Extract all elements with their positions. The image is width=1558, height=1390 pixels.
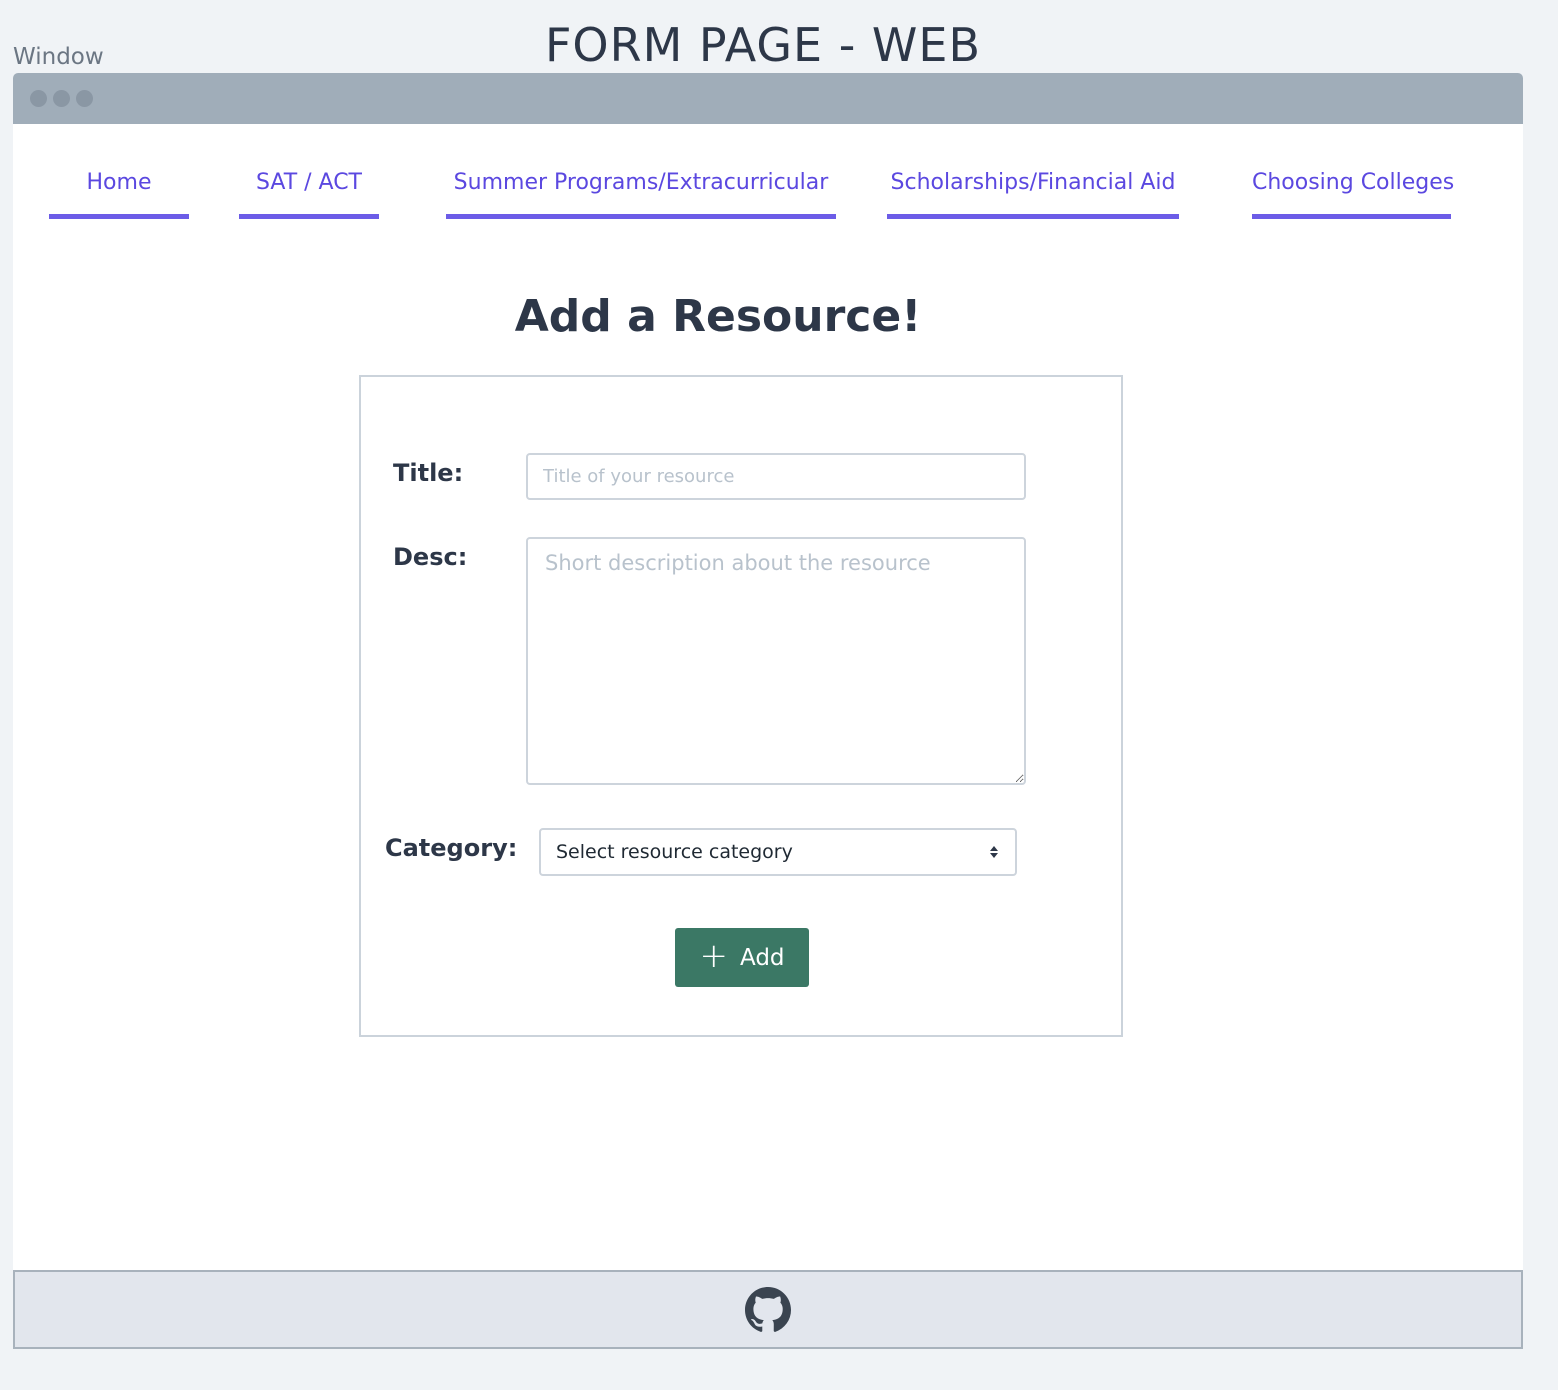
page-title: Add a Resource! xyxy=(514,291,922,342)
plus-icon: + xyxy=(699,936,728,976)
github-icon[interactable] xyxy=(745,1286,791,1333)
desc-label: Desc: xyxy=(393,543,468,571)
category-select[interactable]: Select resource category xyxy=(539,828,1017,876)
add-resource-form: Title: Desc: Category: Select resource c… xyxy=(359,375,1123,1037)
select-arrows-icon xyxy=(988,846,1000,858)
nav-item-choosing-colleges[interactable]: Choosing Colleges xyxy=(1252,165,1454,219)
window-dot-close[interactable] xyxy=(30,90,47,107)
window-titlebar xyxy=(13,73,1523,124)
description-textarea[interactable] xyxy=(526,537,1026,785)
title-input[interactable] xyxy=(526,453,1026,500)
nav-item-sat-act[interactable]: SAT / ACT xyxy=(239,165,379,219)
nav-item-home[interactable]: Home xyxy=(49,165,189,219)
category-select-value: Select resource category xyxy=(556,841,793,863)
top-nav: Home SAT / ACT Summer Programs/Extracurr… xyxy=(13,124,1523,224)
window-dot-minimize[interactable] xyxy=(53,90,70,107)
browser-window: Home SAT / ACT Summer Programs/Extracurr… xyxy=(13,73,1523,1349)
add-button[interactable]: + Add xyxy=(675,928,809,987)
title-label: Title: xyxy=(393,459,464,487)
page-footer xyxy=(13,1270,1523,1349)
add-button-label: Add xyxy=(739,944,785,971)
window-dot-maximize[interactable] xyxy=(76,90,93,107)
frame-title: FORM PAGE - WEB xyxy=(544,18,982,72)
category-label: Category: xyxy=(385,834,518,862)
nav-item-scholarships[interactable]: Scholarships/Financial Aid xyxy=(887,165,1179,219)
nav-item-summer-programs[interactable]: Summer Programs/Extracurricular xyxy=(446,165,836,219)
